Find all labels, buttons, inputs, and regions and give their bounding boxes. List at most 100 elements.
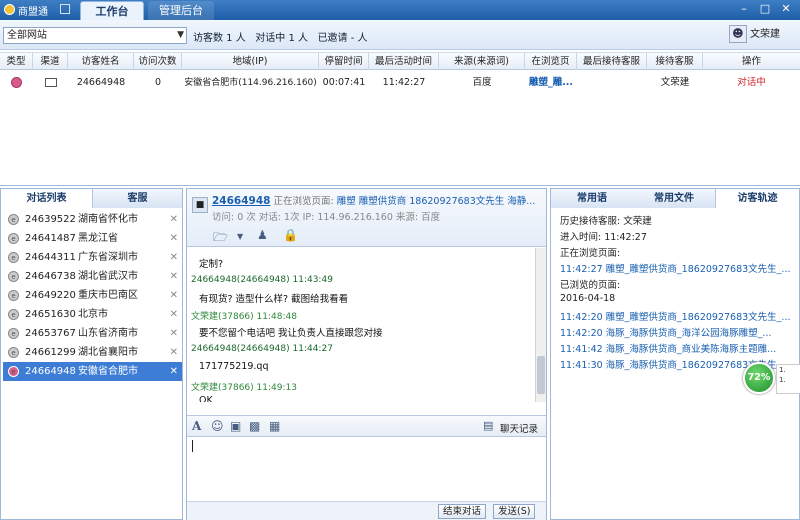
end-chat-button[interactable]: 结束对话 <box>438 504 487 519</box>
history-icon[interactable]: ▤ <box>483 419 493 432</box>
list-item[interactable]: e 24644311 广东省深圳市 ✕ <box>3 248 182 267</box>
col-source[interactable]: 来源(来源词) <box>439 53 525 70</box>
lock-icon[interactable]: 🔒 <box>283 228 298 242</box>
chat-scrollbar[interactable] <box>535 248 546 402</box>
close-icon[interactable]: ✕ <box>170 229 178 248</box>
col-action[interactable]: 操作 <box>703 53 800 70</box>
chat-message-header: 文荣建(37866) 11:48:48 <box>191 312 297 322</box>
chat-message: 有现货? 造型什么样? 截图给我看看 <box>199 294 349 305</box>
font-icon[interactable]: A <box>192 419 201 433</box>
visitor-id: 24646738 <box>25 271 76 282</box>
status-link[interactable]: 对话中 <box>703 74 800 92</box>
tab-visitor-track[interactable]: 访客轨迹 <box>715 189 799 208</box>
screenshot-icon[interactable]: ▩ <box>249 419 260 433</box>
tab-service[interactable]: 客服 <box>93 189 182 208</box>
chat-input[interactable] <box>187 437 546 501</box>
col-last-active[interactable]: 最后活动时间 <box>369 53 439 70</box>
list-item[interactable]: e 24653767 山东省济南市 ✕ <box>3 324 182 343</box>
track-link[interactable]: 11:42:27 雕塑_雕塑供货商_18620927683文先生_... <box>560 264 790 275</box>
close-icon[interactable]: ✕ <box>170 324 178 343</box>
col-visitor-name[interactable]: 访客姓名 <box>68 53 134 70</box>
visitor-icon: e <box>8 233 19 244</box>
track-link[interactable]: 11:41:42 海豚_海豚供货商_商业美陈海豚主题雕... <box>560 344 776 355</box>
list-item[interactable]: e 24639522 湖南省怀化市 ✕ <box>3 210 182 229</box>
conversation-panel: 对话列表 客服 e 24639522 湖南省怀化市 ✕ e 24641487 黑… <box>0 188 183 520</box>
list-item[interactable]: e 24649220 重庆市巴南区 ✕ <box>3 286 182 305</box>
track-line: 正在浏览页面: <box>560 245 620 259</box>
chat-visitor-info: 访问: 0 次 对话: 1次 IP: 114.96.216.160 来源: 百度 <box>212 212 441 223</box>
tab-conversation-list[interactable]: 对话列表 <box>1 189 93 208</box>
col-type[interactable]: 类型 <box>0 53 33 70</box>
visitor-id: 24664948 <box>25 366 76 377</box>
chat-actions: 结束对话 发送(S) <box>187 501 546 520</box>
minimize-icon[interactable]: – <box>737 2 751 16</box>
close-icon[interactable]: ✕ <box>170 362 178 381</box>
visitor-count: 访客数 1 人 <box>193 33 246 44</box>
tab-files[interactable]: 常用文件 <box>633 189 715 208</box>
col-page[interactable]: 在浏览页 <box>525 53 577 70</box>
visitor-id: 24644311 <box>25 252 76 263</box>
scroll-thumb[interactable] <box>537 356 545 394</box>
tab-workbench[interactable]: 工作台 <box>80 1 144 20</box>
col-agent[interactable]: 接待客服 <box>647 53 703 70</box>
track-link[interactable]: 11:42:20 雕塑_雕塑供货商_18620927683文先生_... <box>560 312 790 323</box>
track-link[interactable]: 11:42:20 海豚_海豚供货商_海洋公园海豚雕塑_... <box>560 328 772 339</box>
chevron-down-icon[interactable]: ▼ <box>237 232 243 241</box>
stay-cell: 00:07:41 <box>322 77 366 88</box>
window-menu-icon[interactable] <box>60 4 70 14</box>
col-visits[interactable]: 访问次数 <box>134 53 182 70</box>
chevron-down-icon: ▼ <box>177 30 184 40</box>
list-item[interactable]: e 24646738 湖北省武汉市 ✕ <box>3 267 182 286</box>
close-icon[interactable]: ✕ <box>170 343 178 362</box>
list-item[interactable]: e 24651630 北京市 ✕ <box>3 305 182 324</box>
table-row[interactable]: 24664948 0 安徽省合肥市(114.96.216.160) 00:07:… <box>0 74 800 92</box>
maximize-icon[interactable]: □ <box>758 2 772 16</box>
user-name: 文荣建 <box>750 29 780 40</box>
browser-icon <box>11 77 22 88</box>
tab-admin[interactable]: 管理后台 <box>148 1 214 20</box>
close-icon[interactable]: ✕ <box>170 248 178 267</box>
tab-phrases[interactable]: 常用语 <box>551 189 633 208</box>
folder-icon[interactable]: 🗁 <box>213 228 228 249</box>
close-icon[interactable]: ✕ <box>170 267 178 286</box>
track-line[interactable]: 11:42:20 雕塑_雕塑供货商_18620927683文先生_... <box>560 309 790 323</box>
track-line[interactable]: 11:42:20 海豚_海豚供货商_海洋公园海豚雕塑_... <box>560 325 772 339</box>
current-user[interactable]: ☻ 文荣建 <box>728 24 780 46</box>
list-item[interactable]: e 24641487 黑龙江省 ✕ <box>3 229 182 248</box>
page-link[interactable]: 雕塑_雕... <box>525 74 577 92</box>
close-icon[interactable]: ✕ <box>170 210 178 229</box>
close-icon[interactable]: ✕ <box>170 286 178 305</box>
visitor-icon: e <box>8 366 19 377</box>
calculator-icon[interactable]: ▦ <box>269 419 280 433</box>
col-region[interactable]: 地域(IP) <box>182 53 319 70</box>
close-icon[interactable]: ✕ <box>170 305 178 324</box>
image-icon[interactable]: ▣ <box>230 419 241 433</box>
browsing-page-link[interactable]: 雕塑 雕塑供货商 18620927683文先生 海静... <box>337 196 536 207</box>
side-tabs: 常用语 常用文件 访客轨迹 <box>551 189 799 208</box>
visitor-location: 广东省深圳市 <box>78 252 138 263</box>
chat-history-link[interactable]: 聊天记录 <box>500 421 538 435</box>
track-line[interactable]: 11:41:42 海豚_海豚供货商_商业美陈海豚主题雕... <box>560 341 776 355</box>
visitor-name-cell: 24664948 <box>76 77 126 88</box>
visitor-icon: e <box>8 309 19 320</box>
list-item[interactable]: e 24661299 湖北省襄阳市 ✕ <box>3 343 182 362</box>
site-filter-select[interactable]: 全部网站 ▼ <box>3 27 187 44</box>
track-line[interactable]: 11:42:27 雕塑_雕塑供货商_18620927683文先生_... <box>560 261 790 275</box>
transfer-user-icon[interactable]: ♟ <box>257 228 268 242</box>
emoji-icon[interactable]: ☺ <box>211 419 224 433</box>
col-channel[interactable]: 渠道 <box>33 53 68 70</box>
send-button[interactable]: 发送(S) <box>493 504 536 519</box>
chat-panel: ■ 24664948 正在浏览页面: 雕塑 雕塑供货商 18620927683文… <box>186 188 547 520</box>
col-stay[interactable]: 停留时间 <box>319 53 369 70</box>
close-icon[interactable]: ✕ <box>779 2 793 16</box>
chat-message-header: 24664948(24664948) 11:43:49 <box>191 275 333 285</box>
visitor-location: 黑龙江省 <box>78 233 118 244</box>
chat-messages: 定制? 24664948(24664948) 11:43:49 有现货? 造型什… <box>187 248 535 402</box>
chat-visitor-id[interactable]: 24664948 <box>212 195 270 207</box>
visitor-location: 湖南省怀化市 <box>78 214 138 225</box>
track-line: 已浏览的页面: <box>560 277 620 291</box>
list-item-selected[interactable]: e 24664948 安徽省合肥市 ✕ <box>3 362 182 381</box>
col-last-agent[interactable]: 最后接待客服 <box>577 53 647 70</box>
visitor-location: 北京市 <box>78 309 108 320</box>
speed-badge[interactable]: 72% <box>743 362 775 394</box>
